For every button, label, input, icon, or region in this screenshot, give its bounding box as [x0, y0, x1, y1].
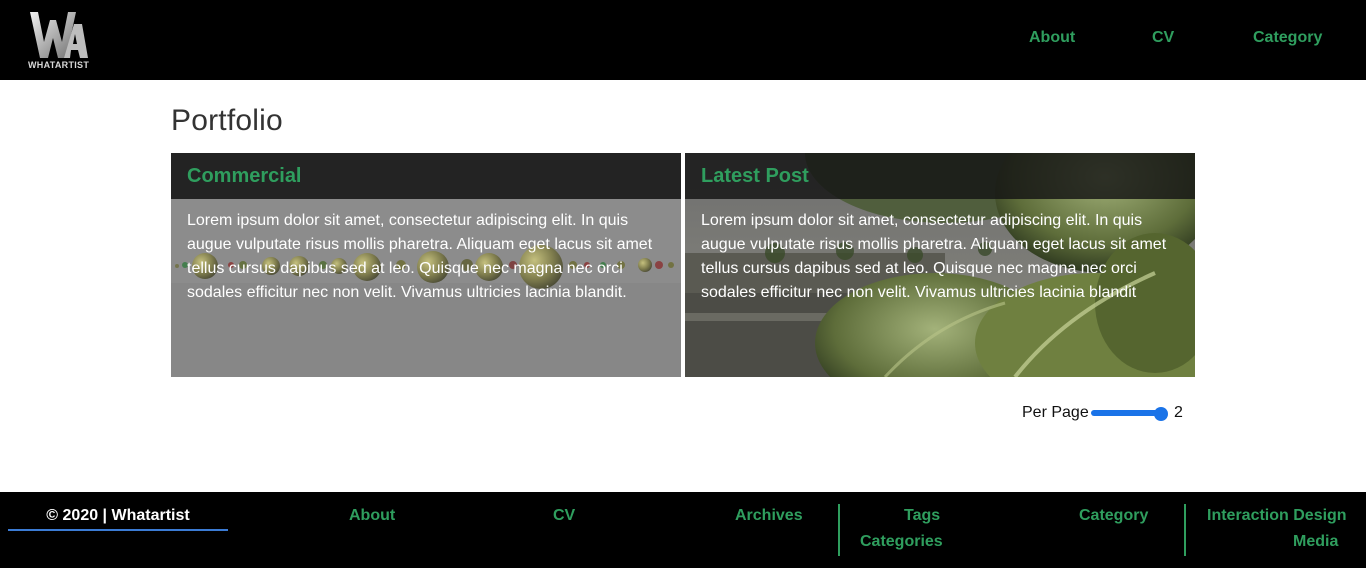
logo-wordmark: WHATARTIST: [28, 60, 90, 70]
footer-divider: [1184, 504, 1186, 556]
per-page-label: Per Page: [1022, 404, 1089, 421]
footer-link-categories[interactable]: Categories: [860, 533, 943, 551]
per-page-slider-track[interactable]: [1091, 410, 1161, 416]
footer-link-tags[interactable]: Tags: [904, 507, 940, 525]
footer-link-archives[interactable]: Archives: [735, 507, 803, 525]
nav-cv[interactable]: CV: [1152, 29, 1174, 47]
footer-link-interaction-design[interactable]: Interaction Design: [1207, 507, 1347, 525]
footer-link-about[interactable]: About: [349, 507, 395, 525]
card-latest-post-title[interactable]: Latest Post: [701, 165, 809, 188]
nav-about[interactable]: About: [1029, 29, 1075, 47]
footer-link-media[interactable]: Media: [1293, 533, 1338, 551]
footer-divider: [838, 504, 840, 556]
site-footer: © 2020 | Whatartist About CV Archives Ta…: [0, 492, 1366, 568]
per-page-slider[interactable]: [1091, 407, 1169, 421]
site-header: WHATARTIST About CV Category: [0, 0, 1366, 80]
per-page-value: 2: [1174, 404, 1183, 421]
card-latest-post-header: Latest Post: [685, 153, 1195, 199]
card-latest-post[interactable]: Latest Post Lorem ipsum dolor sit amet, …: [685, 153, 1195, 377]
page-title: Portfolio: [171, 104, 283, 137]
card-commercial[interactable]: Commercial Lorem ipsum dolor sit amet, c…: [171, 153, 681, 377]
card-commercial-text: Lorem ipsum dolor sit amet, consectetur …: [187, 212, 653, 301]
card-commercial-title[interactable]: Commercial: [187, 165, 302, 188]
footer-link-category[interactable]: Category: [1079, 507, 1148, 525]
nav-category[interactable]: Category: [1253, 29, 1322, 47]
card-commercial-header: Commercial: [171, 153, 681, 199]
footer-copyright: © 2020 | Whatartist: [8, 507, 228, 531]
footer-link-cv[interactable]: CV: [553, 507, 575, 525]
per-page-slider-thumb[interactable]: [1154, 407, 1168, 421]
card-latest-post-text: Lorem ipsum dolor sit amet, consectetur …: [701, 212, 1167, 301]
